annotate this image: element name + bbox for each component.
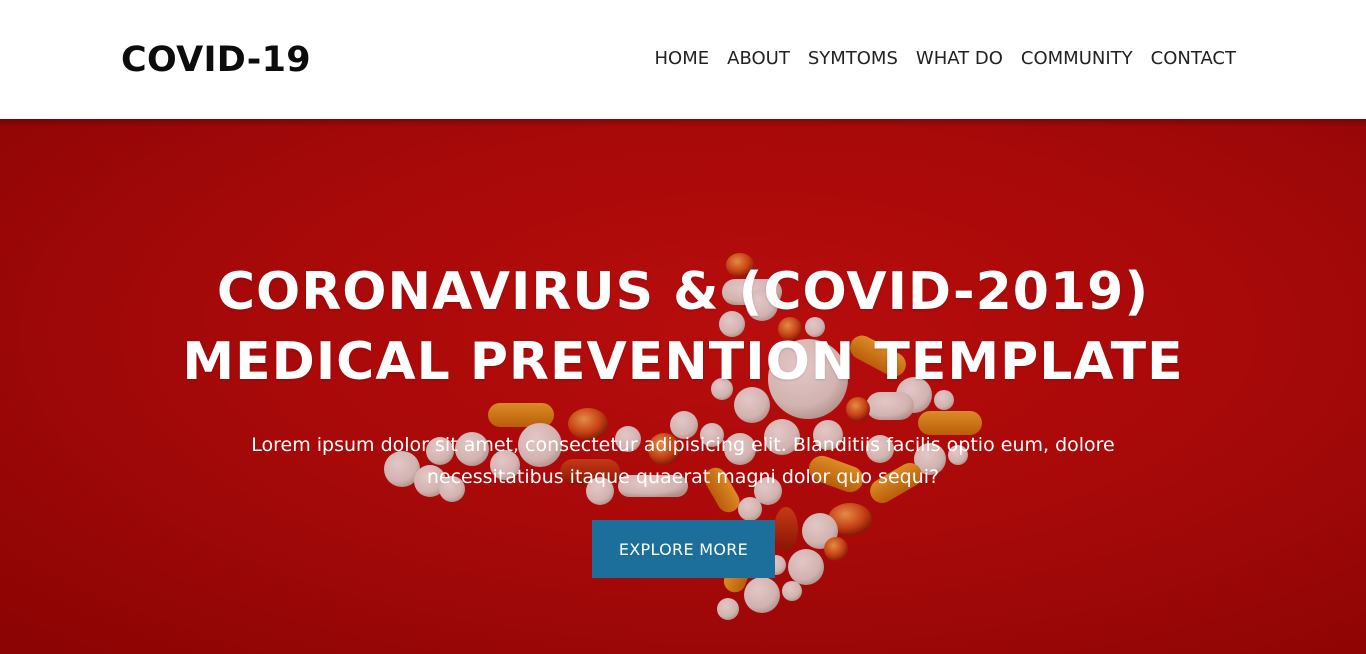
site-logo[interactable]: COVID-19 xyxy=(121,38,311,82)
site-header: COVID-19 HOME ABOUT SYMTOMS WHAT DO COMM… xyxy=(0,0,1366,119)
hero-title: CORONAVIRUS & (COVID-2019) MEDICAL PREVE… xyxy=(0,257,1366,397)
main-nav: HOME ABOUT SYMTOMS WHAT DO COMMUNITY CON… xyxy=(655,46,1236,72)
nav-symptoms-link[interactable]: SYMTOMS xyxy=(808,46,898,72)
nav-contact-link[interactable]: CONTACT xyxy=(1151,46,1236,72)
hero-description-line-2: necessitatibus itaque quaerat magni dolo… xyxy=(426,466,940,488)
hero-title-line-2: MEDICAL PREVENTION TEMPLATE xyxy=(182,332,1184,392)
nav-home-link[interactable]: HOME xyxy=(655,46,710,72)
hero-title-line-1: CORONAVIRUS & (COVID-2019) xyxy=(216,262,1150,322)
nav-what-do-link[interactable]: WHAT DO xyxy=(916,46,1003,72)
explore-more-button[interactable]: EXPLORE MORE xyxy=(592,520,775,578)
hero-description: Lorem ipsum dolor sit amet, consectetur … xyxy=(200,429,1166,493)
hero-content: CORONAVIRUS & (COVID-2019) MEDICAL PREVE… xyxy=(0,119,1366,654)
hero-description-line-1: Lorem ipsum dolor sit amet, consectetur … xyxy=(251,434,1115,456)
nav-community-link[interactable]: COMMUNITY xyxy=(1021,46,1133,72)
hero-section: CORONAVIRUS & (COVID-2019) MEDICAL PREVE… xyxy=(0,119,1366,654)
nav-about-link[interactable]: ABOUT xyxy=(727,46,790,72)
